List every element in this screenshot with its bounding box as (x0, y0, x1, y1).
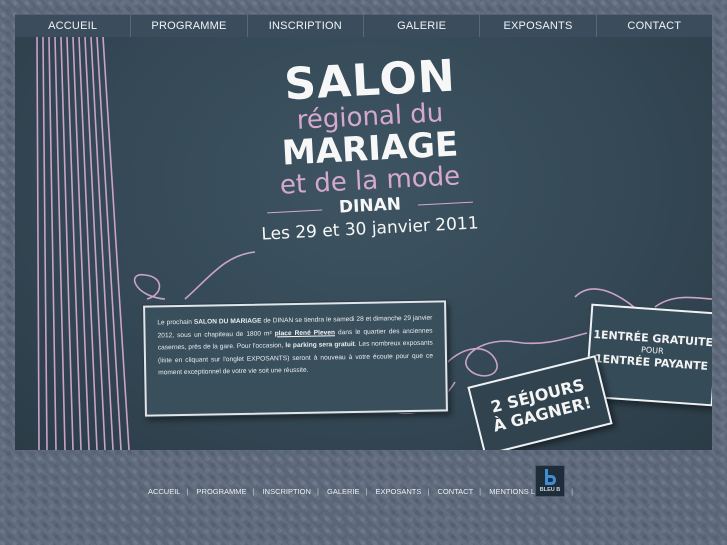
footer-nav: ACCUEIL | PROGRAMME | INSCRIPTION | GALERIE… (147, 487, 574, 496)
info-card: Le prochain SALON DU MARIAGE de DINAN se… (143, 300, 448, 417)
info-text: Le prochain SALON DU MARIAGE de DINAN se… (157, 313, 433, 380)
hero-banner: SALON régional du MARIAGE et de la mode … (15, 37, 712, 450)
footer-exposants[interactable]: EXPOSANTS (376, 487, 422, 496)
footer-programme[interactable]: PROGRAMME (197, 487, 247, 496)
info-event-name: SALON DU MARIAGE (193, 317, 262, 326)
footer-galerie[interactable]: GALERIE (327, 487, 360, 496)
logo-text: BLEU B (539, 487, 561, 493)
main-nav: ACCUEIL PROGRAMME INSCRIPTION GALERIE EX… (15, 14, 712, 38)
event-title: SALON régional du MARIAGE et de la mode … (255, 51, 485, 245)
nav-programme[interactable]: PROGRAMME (131, 14, 248, 37)
place-link[interactable]: place René Pleven (275, 329, 335, 337)
footer-inscription[interactable]: INSCRIPTION (263, 487, 311, 496)
bleu-b-logo-icon (545, 469, 556, 485)
nav-contact[interactable]: CONTACT (597, 14, 712, 37)
footer-accueil[interactable]: ACCUEIL (148, 487, 181, 496)
footer-contact[interactable]: CONTACT (437, 487, 473, 496)
nav-galerie[interactable]: GALERIE (364, 14, 481, 37)
nav-exposants[interactable]: EXPOSANTS (480, 14, 597, 37)
info-parking: le parking sera gratuit (285, 340, 355, 350)
nav-inscription[interactable]: INSCRIPTION (248, 14, 364, 37)
info-text-part: Le prochain (157, 318, 194, 327)
bleu-b-logo[interactable]: BLEU B (535, 465, 565, 497)
nav-accueil[interactable]: ACCUEIL (15, 14, 132, 37)
